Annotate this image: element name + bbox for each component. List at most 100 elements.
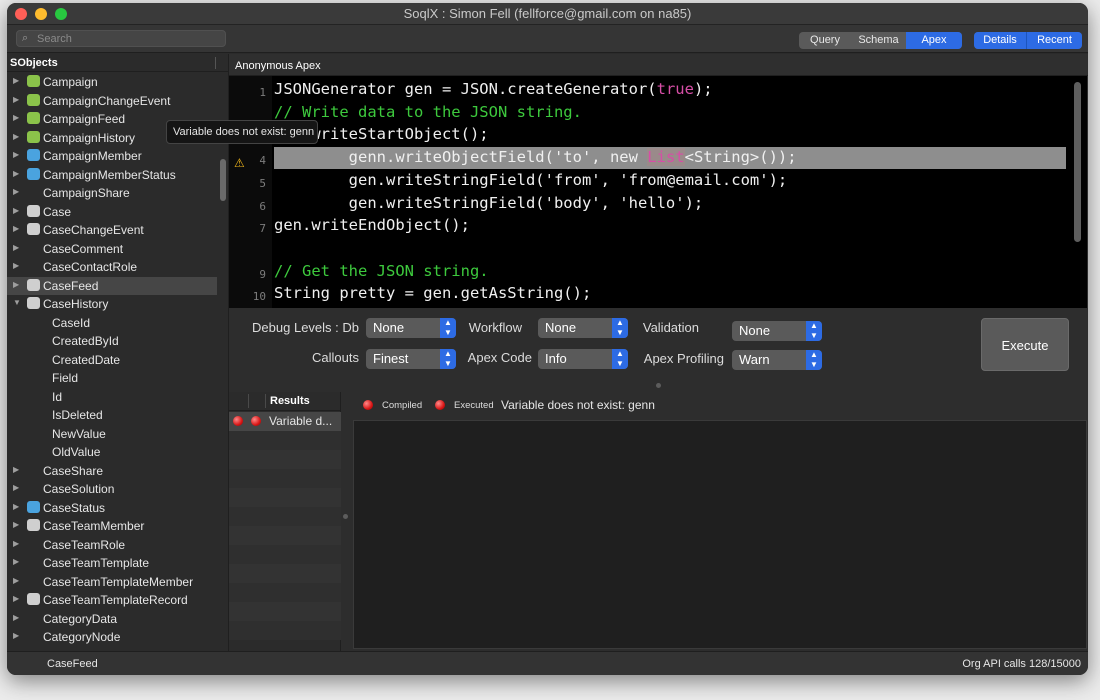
tree-sobject-item[interactable]: ▶ CaseContactRole xyxy=(7,258,217,277)
debug-log-area[interactable] xyxy=(353,420,1087,649)
disclosure-collapsed-icon[interactable]: ▶ xyxy=(13,206,19,215)
execute-button[interactable]: Execute xyxy=(981,318,1069,371)
tree-field-item[interactable]: CreatedById xyxy=(7,332,217,351)
disclosure-expanded-icon[interactable]: ▼ xyxy=(13,298,21,307)
code-line: gen.writeStringField('body', 'hello'); xyxy=(274,193,704,212)
disclosure-collapsed-icon[interactable]: ▶ xyxy=(13,243,19,252)
tree-sobject-item[interactable]: ▼ CaseHistory xyxy=(7,295,217,314)
result-row-empty xyxy=(229,469,341,488)
tree-sobject-item[interactable]: ▶ CaseComment xyxy=(7,240,217,259)
validation-select[interactable]: None ▲ ▼ xyxy=(732,321,822,341)
tree-sobject-item[interactable]: ▶ CaseTeamTemplateMember xyxy=(7,573,217,592)
callouts-select[interactable]: Finest ▲ ▼ xyxy=(366,349,456,369)
tree-sobject-item[interactable]: ▶ Campaign xyxy=(7,73,217,92)
case-icon xyxy=(27,278,40,291)
split-handle[interactable] xyxy=(343,514,348,519)
line-number: 10 xyxy=(252,290,266,304)
disclosure-collapsed-icon[interactable]: ▶ xyxy=(13,613,19,622)
line-number: 1 xyxy=(259,86,266,99)
search-input[interactable] xyxy=(37,32,217,45)
disclosure-collapsed-icon[interactable]: ▶ xyxy=(13,169,19,178)
disclosure-collapsed-icon[interactable]: ▶ xyxy=(13,520,19,529)
tree-field-item[interactable]: OldValue xyxy=(7,443,217,462)
case-icon xyxy=(27,223,40,235)
tree-field-item[interactable]: CreatedDate xyxy=(7,351,217,370)
disclosure-collapsed-icon[interactable]: ▶ xyxy=(13,539,19,548)
sidebar-scrollbar[interactable] xyxy=(220,159,226,201)
tree-field-item[interactable]: CaseId xyxy=(7,314,217,333)
tree-field-item[interactable]: Id xyxy=(7,388,217,407)
disclosure-collapsed-icon[interactable]: ▶ xyxy=(13,631,19,640)
status-bar: CaseFeed Org API calls 128/15000 xyxy=(7,651,1088,675)
tree-item-label: CaseHistory xyxy=(43,297,109,311)
disclosure-collapsed-icon[interactable]: ▶ xyxy=(13,483,19,492)
tree-item-label: CampaignHistory xyxy=(43,130,136,145)
disclosure-collapsed-icon[interactable]: ▶ xyxy=(13,132,19,141)
disclosure-collapsed-icon[interactable]: ▶ xyxy=(13,557,19,566)
disclosure-collapsed-icon[interactable]: ▶ xyxy=(13,594,19,603)
tab-recent[interactable]: Recent xyxy=(1027,32,1082,49)
tree-item-label: CampaignMemberStatus xyxy=(43,167,176,182)
tab-query[interactable]: Query xyxy=(799,32,851,49)
tree-field-item[interactable]: IsDeleted xyxy=(7,406,217,425)
tree-item-label: CampaignChangeEvent xyxy=(43,93,171,108)
tree-sobject-item[interactable]: ▶ CampaignMember xyxy=(7,147,217,166)
workflow-select[interactable]: None ▲ ▼ xyxy=(538,318,628,338)
tree-sobject-item[interactable]: ▶ CaseTeamRole xyxy=(7,536,217,555)
tree-item-label: CaseTeamRole xyxy=(43,537,126,552)
apex-code-select[interactable]: Info ▲ ▼ xyxy=(538,349,628,369)
code-editor[interactable]: 1 4 5 6 7 9 10 ⚠ JSONGenerator gen = JSON.crea… xyxy=(229,76,1087,308)
disclosure-collapsed-icon[interactable]: ▶ xyxy=(13,502,19,511)
tree-field-item[interactable]: Field xyxy=(7,369,217,388)
editor-scrollbar[interactable] xyxy=(1074,82,1081,242)
debug-settings: Debug Levels : Db None ▲ ▼ Workflow None … xyxy=(229,308,1088,392)
code-line: // Write data to the JSON string. xyxy=(274,102,582,121)
result-row[interactable]: Variable d... xyxy=(229,412,341,431)
debug-levels-db-value: None xyxy=(373,320,405,335)
tree-sobject-item[interactable]: ▶ CampaignMemberStatus xyxy=(7,166,217,185)
tree-sobject-item[interactable]: ▶ CategoryData xyxy=(7,610,217,629)
disclosure-collapsed-icon[interactable]: ▶ xyxy=(13,465,19,474)
tab-schema[interactable]: Schema xyxy=(851,32,906,49)
tree-field-item[interactable]: NewValue xyxy=(7,425,217,444)
search-box[interactable]: ⌕ xyxy=(16,30,226,47)
code-line: JSONGenerator gen = JSON.createGenerator… xyxy=(274,80,713,98)
disclosure-collapsed-icon[interactable]: ▶ xyxy=(13,224,19,233)
tab-apex[interactable]: Apex xyxy=(906,32,962,49)
tree-sobject-item[interactable]: ▶ CaseTeamMember xyxy=(7,517,217,536)
disclosure-collapsed-icon[interactable]: ▶ xyxy=(13,76,19,85)
disclosure-collapsed-icon[interactable]: ▶ xyxy=(13,280,19,289)
tree-sobject-item[interactable]: ▶ CaseTeamTemplateRecord xyxy=(7,591,217,610)
tree-sobject-item[interactable]: ▶ CaseSolution xyxy=(7,480,217,499)
tree-sobject-item[interactable]: ▶ CaseFeed xyxy=(7,276,217,295)
tab-details[interactable]: Details xyxy=(974,32,1027,49)
tree-sobject-item[interactable]: ▶ Case xyxy=(7,203,217,222)
disclosure-collapsed-icon[interactable]: ▶ xyxy=(13,576,19,585)
disclosure-collapsed-icon[interactable]: ▶ xyxy=(13,150,19,159)
tree-sobject-item[interactable]: ▶ CampaignChangeEvent xyxy=(7,92,217,111)
tree-item-label: NewValue xyxy=(52,426,106,441)
disclosure-collapsed-icon[interactable]: ▶ xyxy=(13,113,19,122)
tree-item-label: CaseId xyxy=(52,315,91,330)
debug-levels-db-select[interactable]: None ▲ ▼ xyxy=(366,318,456,338)
tree-sobject-item[interactable]: ▶ CaseShare xyxy=(7,462,217,481)
sidebar-header-divider xyxy=(215,57,216,69)
campaign-icon xyxy=(27,93,40,106)
tree-sobject-item[interactable]: ▶ CategoryNode xyxy=(7,628,217,647)
tree-sobject-item[interactable]: ▶ CaseChangeEvent xyxy=(7,221,217,240)
sidebar-header: SObjects xyxy=(7,54,228,72)
tree-sobject-item[interactable]: ▶ CampaignShare xyxy=(7,184,217,203)
split-handle[interactable] xyxy=(656,383,661,388)
tree-sobject-item[interactable]: ▶ CaseTeamTemplate xyxy=(7,554,217,573)
chevron-updown-icon: ▲ ▼ xyxy=(806,321,822,341)
apex-profiling-select[interactable]: Warn ▲ ▼ xyxy=(732,350,822,370)
chevron-updown-icon: ▲ ▼ xyxy=(612,349,628,369)
panel-segmented-control: Details Recent xyxy=(974,32,1082,49)
disclosure-collapsed-icon[interactable]: ▶ xyxy=(13,187,19,196)
case-icon xyxy=(27,593,40,605)
tree-item-label: CaseStatus xyxy=(43,500,106,515)
result-row-empty xyxy=(229,526,341,545)
tree-sobject-item[interactable]: ▶ CaseStatus xyxy=(7,499,217,518)
disclosure-collapsed-icon[interactable]: ▶ xyxy=(13,95,19,104)
disclosure-collapsed-icon[interactable]: ▶ xyxy=(13,261,19,270)
